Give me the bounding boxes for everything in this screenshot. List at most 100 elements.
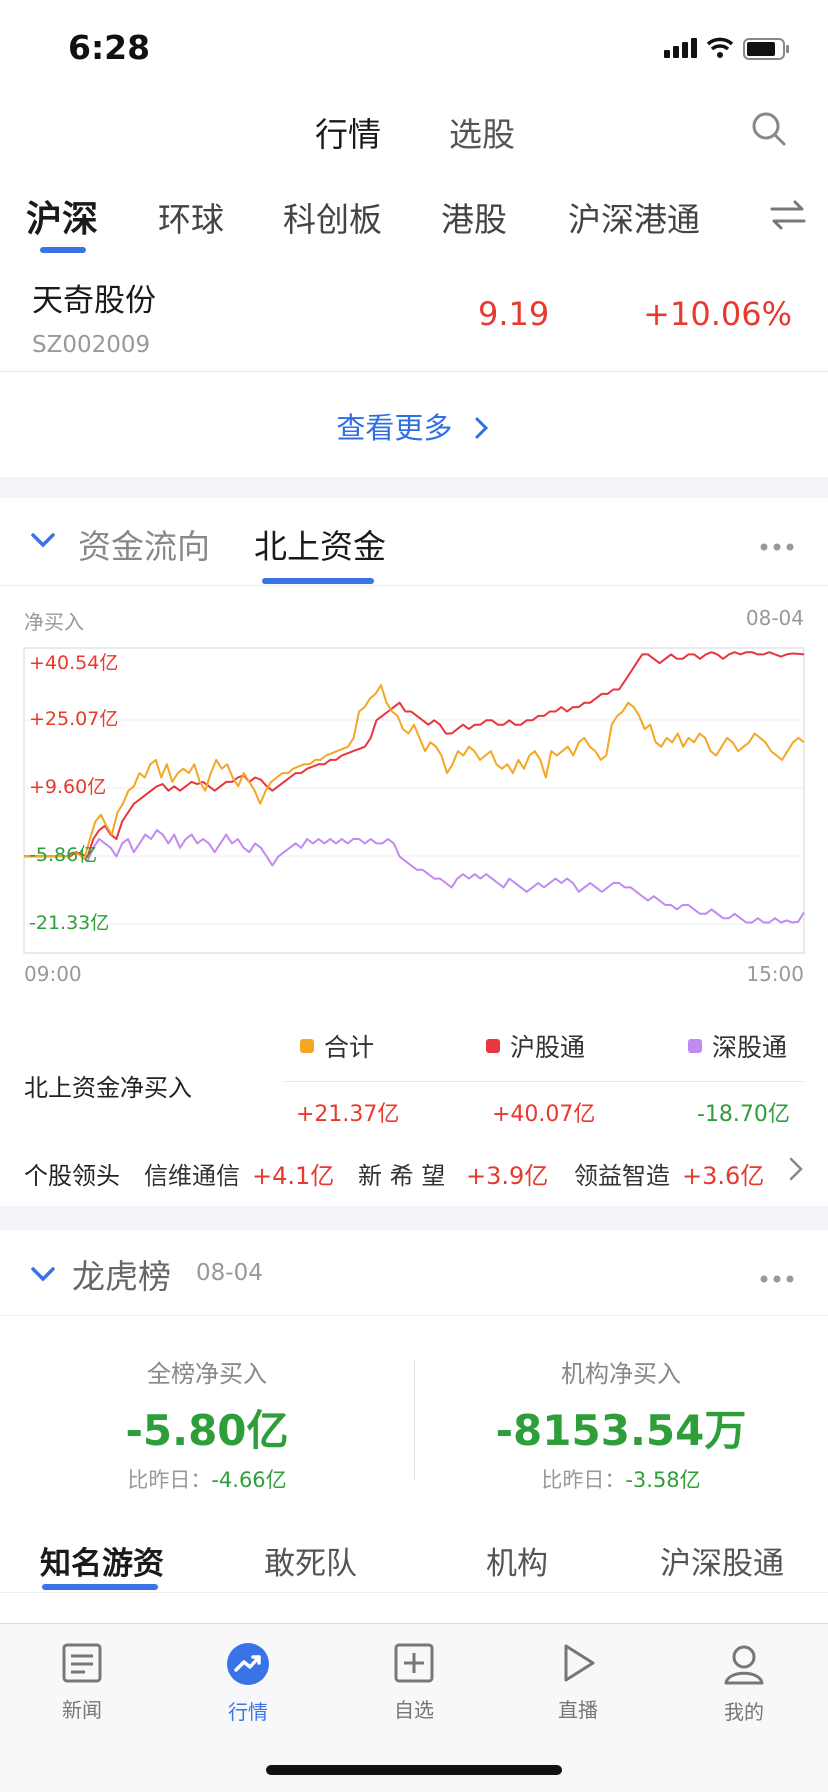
- chevron-right-icon[interactable]: [788, 1156, 804, 1188]
- leader-name[interactable]: 信维通信: [144, 1156, 240, 1191]
- collapse-chevron-icon[interactable]: [30, 1266, 56, 1288]
- play-icon: [564, 1644, 595, 1682]
- institution-net-buy-stat: 机构净买入 -8153.54万 比昨日：-3.58亿: [414, 1354, 828, 1494]
- search-icon[interactable]: [750, 110, 788, 152]
- tabbar-live[interactable]: 直播: [518, 1642, 638, 1723]
- legend-dot-sh: [486, 1039, 500, 1053]
- legend-label-total: 合计: [324, 1033, 375, 1062]
- tabbar-label: 新闻: [62, 1698, 102, 1722]
- tabbar-label: 自选: [394, 1698, 434, 1722]
- tabbar-news[interactable]: 新闻: [22, 1642, 142, 1723]
- tabbar-label: 行情: [228, 1700, 268, 1724]
- see-more-label: 查看更多: [336, 411, 453, 445]
- collapse-chevron-icon[interactable]: [30, 532, 56, 554]
- series-line-合计: [24, 684, 805, 860]
- x-tick-start: 09:00: [24, 962, 82, 986]
- top-nav: 行情 选股: [0, 90, 828, 175]
- compare-value: -3.58亿: [625, 1468, 701, 1492]
- tab-market[interactable]: 行情: [315, 108, 381, 156]
- leader-value: +3.6亿: [682, 1162, 765, 1190]
- tab-institutions[interactable]: 机构: [486, 1538, 548, 1583]
- y-tick-label: -5.86亿: [29, 844, 97, 866]
- stat-label: 机构净买入: [561, 1360, 681, 1388]
- leader-name[interactable]: 领益智造: [574, 1156, 670, 1191]
- market-tab-global[interactable]: 环球: [158, 193, 224, 241]
- tabbar-watchlist[interactable]: 自选: [354, 1642, 474, 1723]
- status-bar: 6:28: [0, 0, 828, 90]
- tab-fund-flow[interactable]: 资金流向: [78, 520, 210, 568]
- dragon-tiger-date: 08-04: [196, 1260, 263, 1286]
- legend-dot-total: [300, 1039, 314, 1053]
- stock-name: 天奇股份: [32, 283, 156, 319]
- stat-compare: 比昨日：-3.58亿: [414, 1464, 828, 1494]
- compare-label: 比昨日：: [541, 1468, 626, 1492]
- swap-arrows-icon[interactable]: [770, 199, 806, 235]
- flow-tab-indicator: [262, 578, 374, 584]
- y-tick-label: +9.60亿: [29, 776, 106, 798]
- chart-date: 08-04: [745, 606, 804, 630]
- compare-value: -4.66亿: [211, 1468, 287, 1492]
- y-tick-label: +25.07亿: [29, 708, 118, 730]
- stat-value: -8153.54万: [495, 1406, 747, 1455]
- value-sz: -18.70亿: [697, 1102, 790, 1127]
- stock-card[interactable]: 天奇股份 SZ002009 9.19 +10.06% 查看更多: [0, 257, 828, 477]
- stat-label: 全榜净买入: [147, 1360, 267, 1388]
- stat-value: -5.80亿: [125, 1406, 289, 1455]
- more-options-icon[interactable]: [760, 536, 794, 555]
- news-icon: [62, 1643, 102, 1683]
- see-more-link[interactable]: 查看更多: [0, 405, 828, 447]
- dragon-tiger-title: 龙虎榜: [72, 1257, 171, 1296]
- stat-compare: 比昨日：-4.66亿: [0, 1464, 414, 1494]
- tabbar-label: 我的: [724, 1700, 764, 1724]
- divider: [0, 1592, 828, 1593]
- x-tick-end: 15:00: [746, 962, 804, 986]
- leading-stocks-row[interactable]: 个股领头 信维通信 +4.1亿 新 希 望 +3.9亿 领益智造 +3.6亿: [0, 1156, 828, 1196]
- status-icons: [664, 34, 792, 64]
- market-tab-star[interactable]: 科创板: [283, 193, 382, 241]
- leader-value: +3.9亿: [466, 1162, 549, 1190]
- northbound-line-chart: +40.54亿 +25.07亿 +9.60亿 -5.86亿 -21.33亿: [23, 647, 805, 954]
- tab-stock-connect[interactable]: 沪深股通: [660, 1538, 784, 1583]
- tab-daredevils[interactable]: 敢死队: [264, 1538, 357, 1583]
- legend-label-sh: 沪股通: [510, 1033, 586, 1062]
- y-tick-label: +40.54亿: [29, 652, 118, 674]
- market-tab-hushen[interactable]: 沪深: [26, 190, 98, 242]
- stock-code: SZ002009: [32, 332, 151, 358]
- market-tab-connect[interactable]: 沪深港通: [568, 193, 700, 241]
- dragon-tiger-header: 龙虎榜 08-04: [0, 1230, 828, 1316]
- total-net-buy-stat: 全榜净买入 -5.80亿 比昨日：-4.66亿: [0, 1354, 414, 1494]
- divider: [284, 1081, 804, 1082]
- market-tab-indicator: [40, 247, 86, 253]
- compare-label: 比昨日：: [127, 1468, 212, 1492]
- chart-y-label: 净买入: [24, 610, 84, 634]
- market-trend-icon: [227, 1643, 269, 1685]
- tab-northbound[interactable]: 北上资金: [254, 520, 386, 568]
- legend-sh: 沪股通: [486, 1028, 585, 1064]
- lhb-tab-indicator: [42, 1584, 158, 1590]
- tab-famous-traders[interactable]: 知名游资: [40, 1538, 164, 1583]
- chevron-right-icon: [475, 417, 488, 439]
- tab-stock-picker[interactable]: 选股: [449, 108, 515, 156]
- tabbar-profile[interactable]: 我的: [684, 1642, 804, 1725]
- legend-dot-sz: [688, 1039, 702, 1053]
- legend-total: 合计: [300, 1028, 374, 1064]
- add-square-icon: [394, 1643, 434, 1683]
- more-options-icon[interactable]: [760, 1268, 794, 1287]
- bottom-tab-bar: 新闻 行情 自选 直播 我的: [0, 1623, 828, 1792]
- fund-flow-card: 资金流向 北上资金 净买入 08-04 +40.54亿 +25.07亿 +9.60亿…: [0, 498, 828, 1206]
- signal-wifi-battery-icon: [664, 37, 789, 60]
- value-sh: +40.07亿: [492, 1102, 596, 1127]
- stock-price: 9.19: [478, 295, 550, 333]
- northbound-net-buy-label: 北上资金净买入: [24, 1074, 192, 1102]
- leader-value: +4.1亿: [252, 1162, 335, 1190]
- home-indicator: [266, 1765, 562, 1775]
- market-tab-hk[interactable]: 港股: [441, 193, 507, 241]
- legend-sz: 深股通: [688, 1028, 787, 1064]
- leaders-label: 个股领头: [24, 1162, 120, 1190]
- series-line-沪股通: [24, 651, 805, 858]
- legend-label-sz: 深股通: [712, 1033, 788, 1062]
- tabbar-market[interactable]: 行情: [188, 1642, 308, 1725]
- leader-name[interactable]: 新 希 望: [358, 1156, 445, 1191]
- value-total: +21.37亿: [296, 1102, 400, 1127]
- tabbar-label: 直播: [558, 1698, 598, 1722]
